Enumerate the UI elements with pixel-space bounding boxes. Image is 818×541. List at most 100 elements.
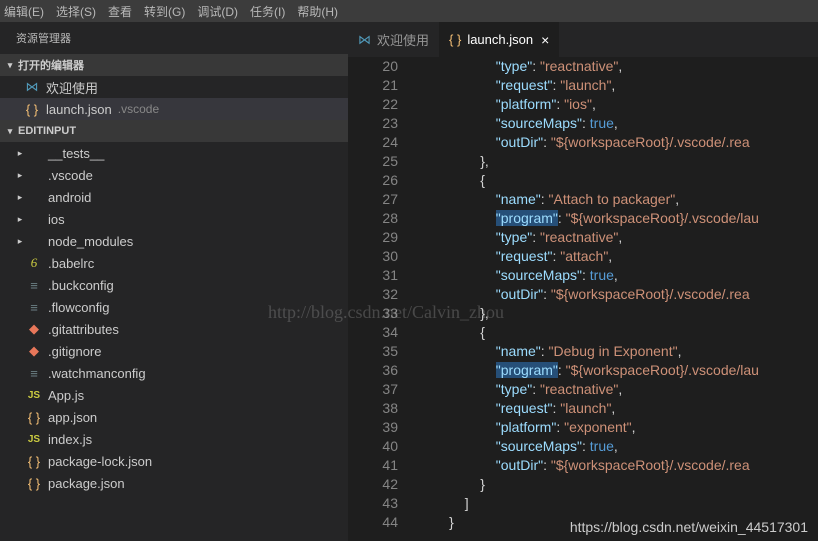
line-number: 20 (348, 57, 398, 76)
menu-item[interactable]: 任务(I) (250, 3, 285, 20)
code-line[interactable]: "platform": "exponent", (418, 418, 818, 437)
project-header[interactable]: ▾ EDITINPUT (0, 120, 348, 142)
tree-file[interactable]: JSApp.js (0, 384, 348, 406)
code-line[interactable]: "type": "reactnative", (418, 380, 818, 399)
open-editor-item[interactable]: { }launch.json.vscode (0, 98, 348, 120)
vscode-icon: ⋈ (358, 32, 371, 48)
json-icon: { } (26, 410, 42, 425)
code-line[interactable]: "outDir": "${workspaceRoot}/.vscode/.rea (418, 456, 818, 475)
line-number: 25 (348, 152, 398, 171)
js-icon: JS (26, 434, 42, 445)
tree-item-label: .gitattributes (48, 322, 119, 337)
code-line[interactable]: "request": "launch", (418, 76, 818, 95)
code-line[interactable]: { (418, 323, 818, 342)
git-icon: ◆ (26, 321, 42, 337)
tree-file[interactable]: { }package.json (0, 472, 348, 494)
line-number: 43 (348, 494, 398, 513)
editor-area: ⋈ 欢迎使用 { }launch.json× 2021222324252627282… (348, 22, 818, 541)
menu-item[interactable]: 编辑(E) (4, 3, 44, 20)
close-icon[interactable]: × (541, 32, 549, 48)
tree-folder[interactable]: ▸ios (0, 208, 348, 230)
chevron-right-icon: ▸ (14, 214, 26, 225)
tree-folder[interactable]: ▸android (0, 186, 348, 208)
code-line[interactable]: "request": "attach", (418, 247, 818, 266)
code-line[interactable]: { (418, 171, 818, 190)
menu-item[interactable]: 查看 (108, 3, 132, 20)
code-line[interactable]: }, (418, 304, 818, 323)
tree-file[interactable]: ◆.gitignore (0, 340, 348, 362)
explorer-sidebar: 资源管理器 ▾ 打开的编辑器 ⋈欢迎使用 { } launch.json .vscod… (0, 22, 348, 541)
code-lines[interactable]: "type": "reactnative", "request": "launc… (418, 57, 818, 541)
code-line[interactable]: } (418, 475, 818, 494)
tree-folder[interactable]: ▸node_modules (0, 230, 348, 252)
config-icon: ≡ (26, 300, 42, 315)
config-icon: ≡ (26, 278, 42, 293)
tree-folder[interactable]: ▸__tests__ (0, 142, 348, 164)
footer-url: https://blog.csdn.net/weixin_44517301 (570, 519, 808, 535)
line-number: 41 (348, 456, 398, 475)
file-label: launch.json (46, 102, 112, 117)
file-path-dim: .vscode (118, 102, 159, 116)
menu-item[interactable]: 选择(S) (56, 3, 96, 20)
open-editor-item[interactable]: ⋈欢迎使用 (0, 76, 348, 98)
tree-item-label: package.json (48, 476, 125, 491)
tree-item-label: .babelrc (48, 256, 94, 271)
code-line[interactable]: "outDir": "${workspaceRoot}/.vscode/.rea (418, 285, 818, 304)
tree-file[interactable]: ≡.buckconfig (0, 274, 348, 296)
tree-item-label: app.json (48, 410, 97, 425)
line-number: 29 (348, 228, 398, 247)
tree-item-label: .watchmanconfig (48, 366, 146, 381)
code-line[interactable]: "program": "${workspaceRoot}/.vscode/lau (418, 209, 818, 228)
line-number: 27 (348, 190, 398, 209)
code-line[interactable]: "sourceMaps": true, (418, 437, 818, 456)
code-line[interactable]: "name": "Attach to packager", (418, 190, 818, 209)
tree-file[interactable]: ≡.watchmanconfig (0, 362, 348, 384)
code-line[interactable]: "type": "reactnative", (418, 57, 818, 76)
menu-item[interactable]: 转到(G) (144, 3, 185, 20)
line-number: 42 (348, 475, 398, 494)
menu-item[interactable]: 帮助(H) (297, 3, 338, 20)
code-line[interactable]: "sourceMaps": true, (418, 114, 818, 133)
chevron-right-icon: ▸ (14, 192, 26, 203)
code-line[interactable]: "program": "${workspaceRoot}/.vscode/lau (418, 361, 818, 380)
code-line[interactable]: "name": "Debug in Exponent", (418, 342, 818, 361)
vscode-icon: ⋈ (24, 79, 40, 95)
menu-item[interactable]: 调试(D) (197, 3, 238, 20)
code-line[interactable]: "sourceMaps": true, (418, 266, 818, 285)
open-editors-header[interactable]: ▾ 打开的编辑器 (0, 54, 348, 76)
code-line[interactable]: "outDir": "${workspaceRoot}/.vscode/.rea (418, 133, 818, 152)
tree-item-label: .vscode (48, 168, 93, 183)
code-line[interactable]: "request": "launch", (418, 399, 818, 418)
tree-file[interactable]: ◆ .gitattributes (0, 318, 348, 340)
code-line[interactable]: "platform": "ios", (418, 95, 818, 114)
tree-file[interactable]: 6.babelrc (0, 252, 348, 274)
code-line[interactable]: }, (418, 152, 818, 171)
tree-file[interactable]: ≡.flowconfig (0, 296, 348, 318)
tree-file[interactable]: { } package-lock.json (0, 450, 348, 472)
tree-folder[interactable]: ▸.vscode (0, 164, 348, 186)
editor-tab[interactable]: ⋈ 欢迎使用 (348, 22, 439, 57)
code-line[interactable]: ] (418, 494, 818, 513)
tree-file[interactable]: JS index.js (0, 428, 348, 450)
line-gutter: 2021222324252627282930313233343536373839… (348, 57, 418, 541)
tree-file[interactable]: { } app.json (0, 406, 348, 428)
code-editor[interactable]: 2021222324252627282930313233343536373839… (348, 57, 818, 541)
editor-tab[interactable]: { }launch.json× (439, 22, 559, 57)
main-container: 资源管理器 ▾ 打开的编辑器 ⋈ 欢迎使用 { } launch.json .vscod… (0, 22, 818, 541)
code-line[interactable]: "type": "reactnative", (418, 228, 818, 247)
line-number: 44 (348, 513, 398, 532)
chevron-down-icon: ▾ (4, 60, 16, 71)
line-number: 22 (348, 95, 398, 114)
tab-label: 欢迎使用 (377, 30, 429, 49)
line-number: 28 (348, 209, 398, 228)
chevron-right-icon: ▸ (14, 148, 26, 159)
json-icon: { } (26, 454, 42, 469)
line-number: 21 (348, 76, 398, 95)
tree-item-label: index.js (48, 432, 92, 447)
file-tree: ▸__tests__▸.vscode▸android▸ios▸node_modu… (0, 142, 348, 541)
explorer-title: 资源管理器 (0, 22, 348, 54)
line-number: 39 (348, 418, 398, 437)
line-number: 26 (348, 171, 398, 190)
tree-item-label: package-lock.json (48, 454, 152, 469)
menubar[interactable]: 编辑(E) 选择(S) 查看转到(G) 调试(D) 任务(I) 帮助(H) (0, 0, 818, 22)
